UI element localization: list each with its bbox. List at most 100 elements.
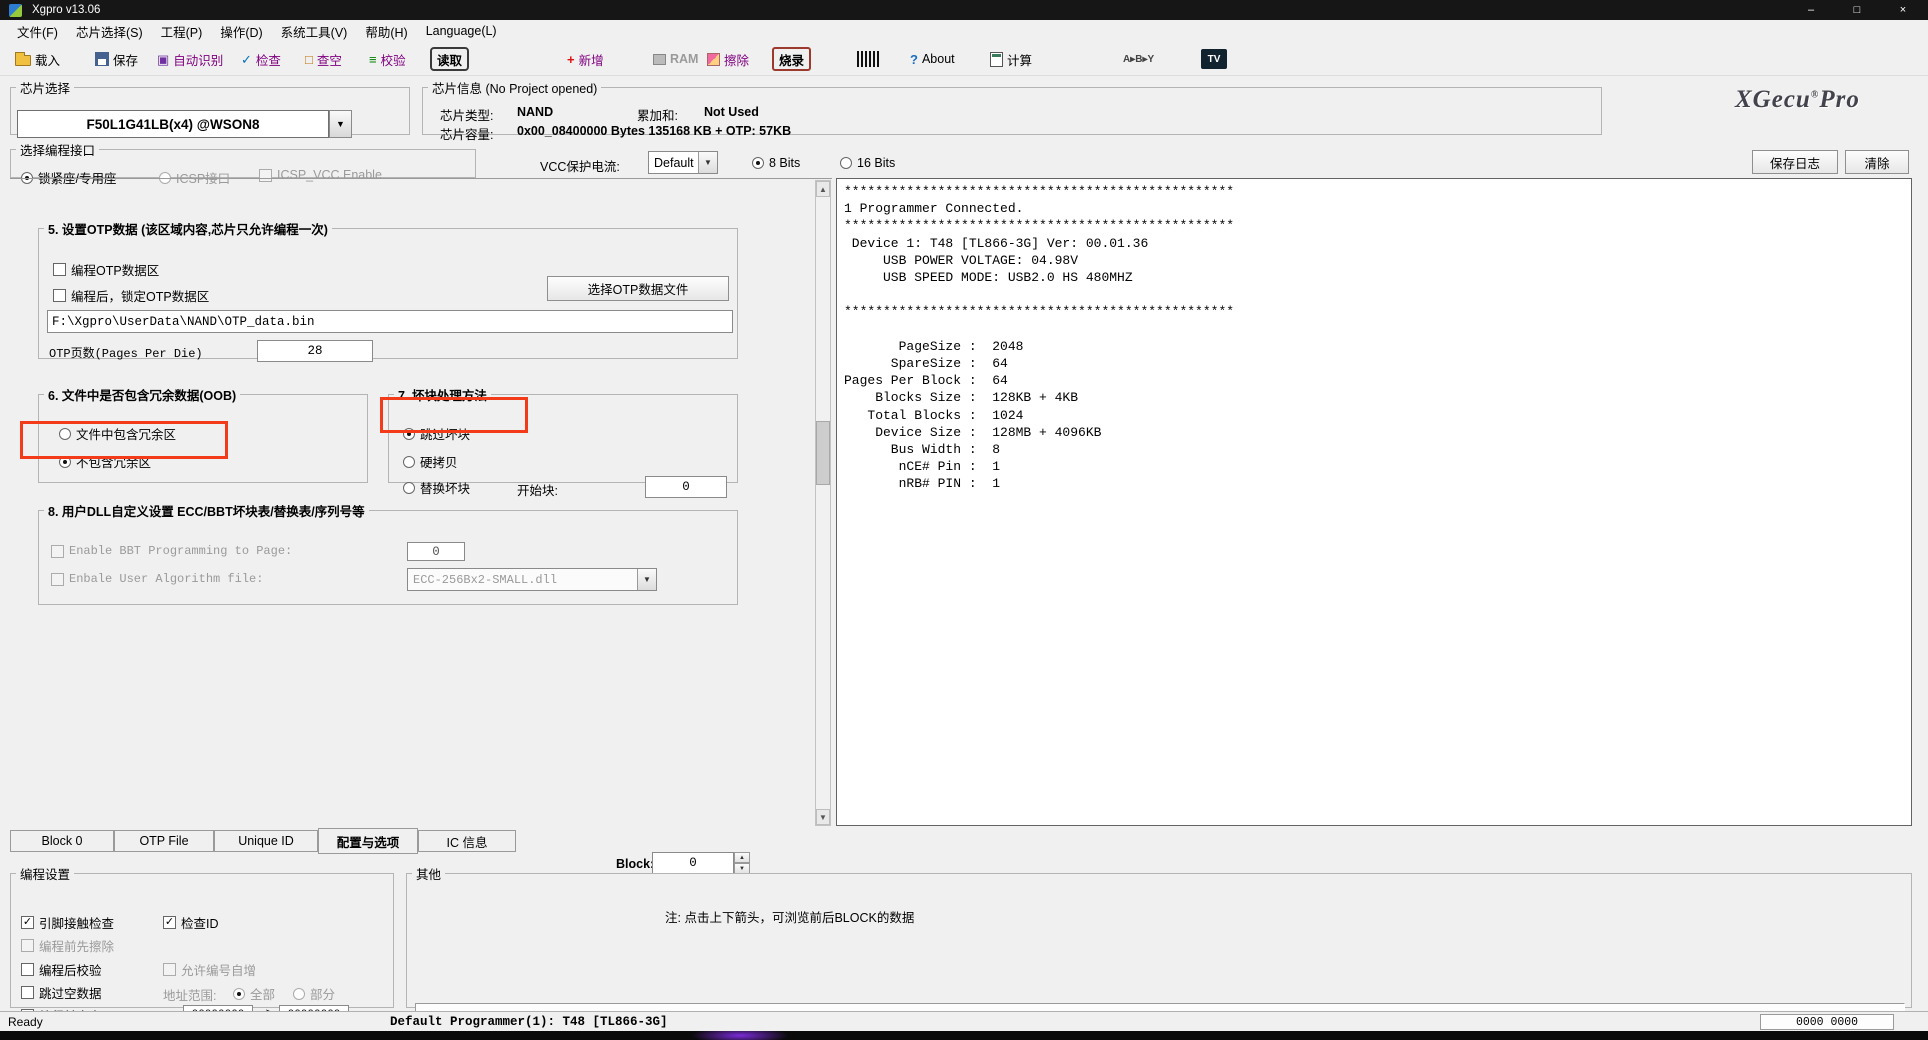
bits8-radio[interactable]: 8 Bits — [752, 156, 800, 170]
save-button[interactable]: 保存 — [90, 46, 143, 72]
radio-circle — [233, 988, 245, 1000]
menu-help[interactable]: 帮助(H) — [356, 20, 416, 43]
replace-badblock-radio[interactable]: 替换坏块 — [403, 478, 470, 497]
interface-group: 选择编程接口 锁紧座/专用座 ICSP接口 ✓ ICSP_VCC Enable — [10, 140, 476, 178]
check-id-checkbox[interactable]: ✓ 检查ID — [163, 913, 219, 932]
maximize-button[interactable]: □ — [1834, 0, 1880, 20]
window-title: Xgpro v13.06 — [32, 4, 100, 16]
algorithm-file-dropdown[interactable]: ECC-256Bx2-SMALL.dll ▼ — [407, 568, 657, 591]
otp-group-title: 5. 设置OTP数据 (该区域内容,芯片只允许编程一次) — [44, 219, 332, 238]
program-label: 烧录 — [779, 50, 804, 69]
tab-ic-info[interactable]: IC 信息 — [418, 830, 516, 852]
lock-otp-checkbox[interactable]: ✓ 编程后，锁定OTP数据区 — [53, 286, 209, 305]
auto-detect-label: 自动识别 — [173, 50, 223, 69]
scroll-down-button[interactable]: ▼ — [816, 809, 830, 825]
menu-chip-select[interactable]: 芯片选择(S) — [67, 20, 152, 43]
tab-otp-file[interactable]: OTP File — [114, 830, 214, 852]
program-button[interactable]: 烧录 — [772, 47, 811, 71]
check-icon: ✓ — [241, 53, 252, 66]
otp-pages-input[interactable] — [257, 340, 373, 362]
range-all-radio[interactable]: 全部 — [233, 984, 275, 1003]
calculator-button[interactable]: 计算 — [985, 46, 1037, 72]
verify-button[interactable]: ≡ 校验 — [364, 46, 411, 72]
bits8-label: 8 Bits — [769, 156, 800, 170]
otp-file-path-input[interactable] — [47, 310, 733, 333]
bbt-programming-label: Enable BBT Programming to Page: — [69, 544, 292, 558]
barcode-button[interactable] — [852, 46, 884, 72]
bbt-programming-checkbox[interactable]: ✓ Enable BBT Programming to Page: — [51, 544, 292, 558]
skip-blank-checkbox[interactable]: ✓ 跳过空数据 — [21, 983, 102, 1002]
skip-blank-label: 跳过空数据 — [39, 983, 102, 1002]
bits16-radio[interactable]: 16 Bits — [840, 156, 895, 170]
close-button[interactable]: × — [1880, 0, 1926, 20]
menubar: 文件(F) 芯片选择(S) 工程(P) 操作(D) 系统工具(V) 帮助(H) … — [0, 20, 1928, 42]
add-button[interactable]: + 新增 — [562, 46, 609, 72]
ram-label: RAM — [670, 52, 698, 66]
verify-after-checkbox[interactable]: ✓ 编程后校验 — [21, 960, 102, 979]
pin-check-checkbox[interactable]: ✓ 引脚接触检查 — [21, 913, 114, 932]
pin-check-label: 引脚接触检查 — [39, 913, 114, 932]
chip-select-group: 芯片选择 F50L1G41LB(x4) @WSON8 ▼ — [10, 78, 410, 135]
address-range-label: 地址范围: — [163, 985, 216, 1004]
ram-button[interactable]: RAM — [648, 46, 703, 72]
brand-name: XGecu — [1735, 86, 1811, 113]
save-log-button[interactable]: 保存日志 — [1752, 150, 1838, 174]
log-panel: ****************************************… — [836, 178, 1912, 826]
read-button[interactable]: 读取 — [430, 47, 469, 71]
tv-button[interactable]: TV — [1196, 46, 1232, 72]
floppy-icon — [95, 52, 109, 66]
auto-detect-button[interactable]: ▣ 自动识别 — [152, 46, 228, 72]
about-button[interactable]: ? About — [905, 46, 960, 72]
program-otp-label: 编程OTP数据区 — [71, 260, 159, 279]
hardcopy-label: 硬拷贝 — [420, 452, 458, 471]
check-label: 检查 — [256, 50, 281, 69]
programming-settings-group: 编程设置 ✓ 引脚接触检查 ✓ 编程前先擦除 ✓ 编程后校验 ✓ 跳过空数据 ✓… — [10, 864, 394, 1008]
program-otp-checkbox[interactable]: ✓ 编程OTP数据区 — [53, 260, 159, 279]
replace-badblock-label: 替换坏块 — [420, 478, 470, 497]
block-spin-up-button[interactable]: ▲ — [734, 852, 750, 863]
scrollbar-thumb[interactable] — [816, 421, 830, 485]
load-button[interactable]: 载入 — [10, 46, 65, 72]
clear-log-button[interactable]: 清除 — [1845, 150, 1909, 174]
menu-file[interactable]: 文件(F) — [8, 20, 67, 43]
user-dll-group: 8. 用户DLL自定义设置 ECC/BBT坏块表/替换表/序列号等 ✓ Enab… — [38, 501, 738, 605]
chip-type-label: 芯片类型: — [440, 105, 493, 124]
erase-button[interactable]: 擦除 — [702, 46, 754, 72]
ab-compare-button[interactable]: A▸B▸Y — [1118, 46, 1159, 72]
save-label: 保存 — [113, 50, 138, 69]
load-label: 载入 — [35, 50, 60, 69]
menu-language[interactable]: Language(L) — [417, 22, 506, 40]
tab-config-options[interactable]: 配置与选项 — [318, 828, 418, 854]
chip-type-value: NAND — [517, 105, 553, 119]
interface-group-title: 选择编程接口 — [16, 140, 99, 159]
settings-scrollbar: ▲ ▼ — [815, 180, 831, 826]
tab-block0[interactable]: Block 0 — [10, 830, 114, 852]
blank-check-button[interactable]: □ 查空 — [300, 46, 347, 72]
status-programmer: Default Programmer(1): T48 [TL866-3G] — [390, 1015, 668, 1029]
checkbox-box: ✓ — [53, 289, 66, 302]
user-algorithm-checkbox[interactable]: ✓ Enbale User Algorithm file: — [51, 572, 263, 586]
bbt-page-input[interactable] — [407, 542, 465, 561]
chip-select-dropdown-button[interactable]: ▼ — [329, 110, 352, 138]
minimize-button[interactable]: – — [1788, 0, 1834, 20]
vcc-current-dropdown[interactable]: Default ▼ — [648, 151, 718, 174]
app-window: Xgpro v13.06 – □ × 文件(F) 芯片选择(S) 工程(P) 操… — [0, 0, 1928, 1040]
highlight-box-skip-badblock — [380, 397, 528, 433]
erase-before-checkbox[interactable]: ✓ 编程前先擦除 — [21, 936, 114, 955]
hardcopy-radio[interactable]: 硬拷贝 — [403, 452, 458, 471]
menu-project[interactable]: 工程(P) — [152, 20, 212, 43]
check-button[interactable]: ✓ 检查 — [236, 46, 286, 72]
scroll-up-button[interactable]: ▲ — [816, 181, 830, 197]
select-otp-file-button[interactable]: 选择OTP数据文件 — [547, 276, 729, 301]
capacity-value: 0x00_08400000 Bytes 135168 KB + OTP: 57K… — [517, 124, 791, 138]
radio-circle — [403, 482, 415, 494]
menu-operation[interactable]: 操作(D) — [211, 20, 271, 43]
tab-unique-id[interactable]: Unique ID — [214, 830, 318, 852]
auto-serial-checkbox[interactable]: ✓ 允许编号自增 — [163, 960, 256, 979]
checkbox-box: ✓ — [51, 545, 64, 558]
menu-system-tools[interactable]: 系统工具(V) — [272, 20, 357, 43]
chip-select-combobox[interactable]: F50L1G41LB(x4) @WSON8 — [17, 110, 329, 138]
start-block-input[interactable] — [645, 476, 727, 498]
range-partial-radio[interactable]: 部分 — [293, 984, 335, 1003]
eraser-icon — [707, 53, 720, 66]
